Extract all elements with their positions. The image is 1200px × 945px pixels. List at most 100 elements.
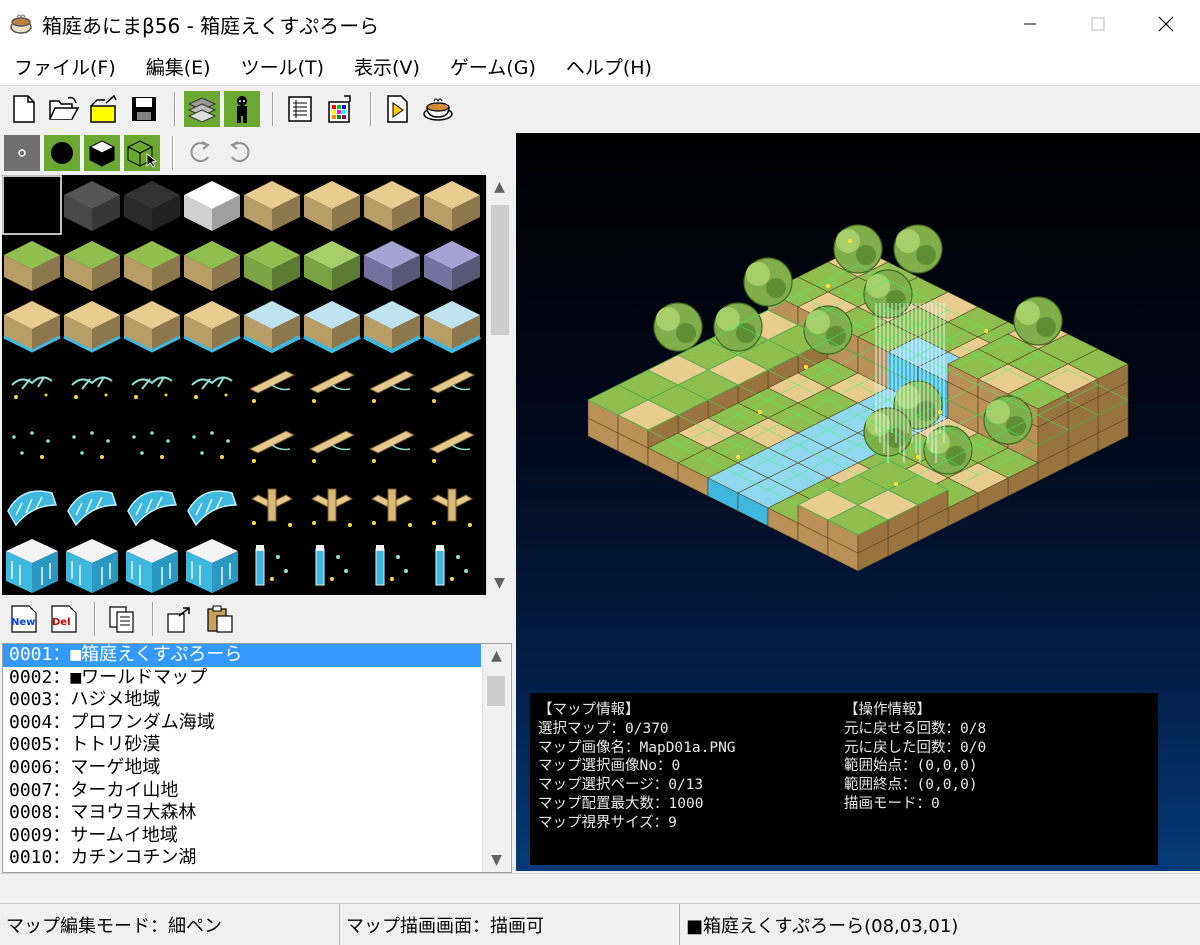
- tile-swatch[interactable]: [362, 235, 422, 295]
- tile-swatch[interactable]: [122, 475, 182, 535]
- map-list-item[interactable]: 0004：プロフンダム海域: [3, 712, 481, 735]
- map-list-item[interactable]: 0005：トトリ砂漠: [3, 734, 481, 757]
- tile-swatch[interactable]: [2, 415, 62, 475]
- map-list[interactable]: 0001：■箱庭えくすぷろーら 0002：■ワールドマップ 0003：ハジメ地域 00…: [2, 643, 512, 873]
- tile-swatch[interactable]: [122, 535, 182, 595]
- block-select-button[interactable]: [124, 135, 160, 171]
- tile-swatch[interactable]: [422, 295, 482, 355]
- palette-button[interactable]: [322, 91, 358, 127]
- map-list-item[interactable]: 0008：マヨウヨ大森林: [3, 802, 481, 825]
- map-list-item[interactable]: 0001：■箱庭えくすぷろーら: [3, 644, 481, 667]
- tile-swatch[interactable]: [362, 535, 422, 595]
- tile-swatch[interactable]: [422, 535, 482, 595]
- tile-swatch[interactable]: [242, 295, 302, 355]
- tile-swatch[interactable]: [422, 415, 482, 475]
- tile-swatch[interactable]: [242, 415, 302, 475]
- tile-swatch[interactable]: [242, 355, 302, 415]
- scroll-up-arrow[interactable]: ▲: [487, 175, 512, 199]
- scroll-thumb[interactable]: [491, 205, 509, 335]
- tile-swatch[interactable]: [362, 415, 422, 475]
- tile-swatch[interactable]: [422, 355, 482, 415]
- tile-swatch[interactable]: [302, 535, 362, 595]
- tile-swatch[interactable]: [182, 415, 242, 475]
- tile-swatch[interactable]: [2, 355, 62, 415]
- tile-swatch[interactable]: [362, 475, 422, 535]
- delete-map-button[interactable]: Del: [46, 601, 82, 637]
- scroll-up-arrow[interactable]: ▲: [483, 644, 510, 668]
- tile-swatch[interactable]: [2, 535, 62, 595]
- tile-swatch[interactable]: [242, 535, 302, 595]
- paste-map-button[interactable]: [202, 601, 238, 637]
- point-pen-button[interactable]: [4, 135, 40, 171]
- minimize-button[interactable]: [996, 0, 1064, 48]
- list-button[interactable]: [282, 91, 318, 127]
- tile-swatch[interactable]: [182, 355, 242, 415]
- tile-swatch[interactable]: [62, 535, 122, 595]
- tile-swatch[interactable]: [302, 475, 362, 535]
- teacup-button[interactable]: [420, 91, 456, 127]
- tile-swatch[interactable]: [302, 355, 362, 415]
- circle-pen-button[interactable]: [44, 135, 80, 171]
- tile-palette[interactable]: [2, 175, 486, 595]
- tile-swatch[interactable]: [122, 295, 182, 355]
- tile-palette-scrollbar[interactable]: ▲ ▼: [486, 175, 512, 595]
- tile-swatch[interactable]: [302, 415, 362, 475]
- block-button[interactable]: [84, 135, 120, 171]
- tile-swatch[interactable]: [2, 295, 62, 355]
- new-map-button[interactable]: New: [6, 601, 42, 637]
- tile-swatch[interactable]: [62, 355, 122, 415]
- export-map-button[interactable]: [162, 601, 198, 637]
- map-list-item[interactable]: 0006：マーゲ地域: [3, 757, 481, 780]
- menu-file[interactable]: ファイル(F): [14, 53, 116, 80]
- map-list-item[interactable]: 0002：■ワールドマップ: [3, 667, 481, 690]
- tile-swatch[interactable]: [302, 175, 362, 235]
- tile-swatch[interactable]: [422, 235, 482, 295]
- tile-swatch[interactable]: [122, 235, 182, 295]
- copy-map-button[interactable]: [104, 601, 140, 637]
- tile-swatch[interactable]: [422, 175, 482, 235]
- tile-swatch[interactable]: [182, 175, 242, 235]
- tile-swatch[interactable]: [182, 295, 242, 355]
- menu-view[interactable]: 表示(V): [354, 53, 420, 80]
- tile-swatch[interactable]: [182, 235, 242, 295]
- close-button[interactable]: [1132, 0, 1200, 48]
- new-file-button[interactable]: [6, 91, 42, 127]
- scroll-down-arrow[interactable]: ▼: [483, 848, 510, 872]
- map-list-item[interactable]: 0010：カチンコチン湖: [3, 847, 481, 870]
- map-list-item[interactable]: 0009：サームイ地域: [3, 825, 481, 848]
- tile-swatch[interactable]: [62, 475, 122, 535]
- tile-swatch[interactable]: [62, 175, 122, 235]
- tile-swatch[interactable]: [362, 175, 422, 235]
- tile-swatch[interactable]: [302, 295, 362, 355]
- map-list-item[interactable]: 0007：ターカイ山地: [3, 780, 481, 803]
- tile-swatch[interactable]: [62, 235, 122, 295]
- tile-swatch[interactable]: [2, 235, 62, 295]
- open-folder-button[interactable]: [46, 91, 82, 127]
- tile-swatch[interactable]: [242, 235, 302, 295]
- map-list-scrollbar[interactable]: ▲ ▼: [482, 644, 510, 872]
- tile-swatch[interactable]: [2, 475, 62, 535]
- tile-swatch[interactable]: [2, 175, 62, 235]
- tile-swatch[interactable]: [302, 235, 362, 295]
- tile-swatch[interactable]: [242, 175, 302, 235]
- layer-map-button[interactable]: [184, 91, 220, 127]
- tile-swatch[interactable]: [242, 475, 302, 535]
- undo-button[interactable]: [182, 135, 218, 171]
- menu-tools[interactable]: ツール(T): [241, 53, 324, 80]
- menu-game[interactable]: ゲーム(G): [450, 53, 536, 80]
- tile-swatch[interactable]: [62, 295, 122, 355]
- menu-help[interactable]: ヘルプ(H): [566, 53, 652, 80]
- tile-swatch[interactable]: [62, 415, 122, 475]
- character-button[interactable]: [224, 91, 260, 127]
- map-view[interactable]: 【マップ情報】 選択マップ：0/370 マップ画像名：MapD01a.PNG マップ選…: [516, 133, 1200, 871]
- save-button[interactable]: [126, 91, 162, 127]
- tile-swatch[interactable]: [362, 355, 422, 415]
- tile-swatch[interactable]: [362, 295, 422, 355]
- tile-swatch[interactable]: [122, 415, 182, 475]
- maximize-button[interactable]: [1064, 0, 1132, 48]
- scroll-down-arrow[interactable]: ▼: [487, 571, 512, 595]
- tile-swatch[interactable]: [422, 475, 482, 535]
- tile-swatch[interactable]: [182, 535, 242, 595]
- tile-swatch[interactable]: [122, 355, 182, 415]
- map-list-item[interactable]: 0003：ハジメ地域: [3, 689, 481, 712]
